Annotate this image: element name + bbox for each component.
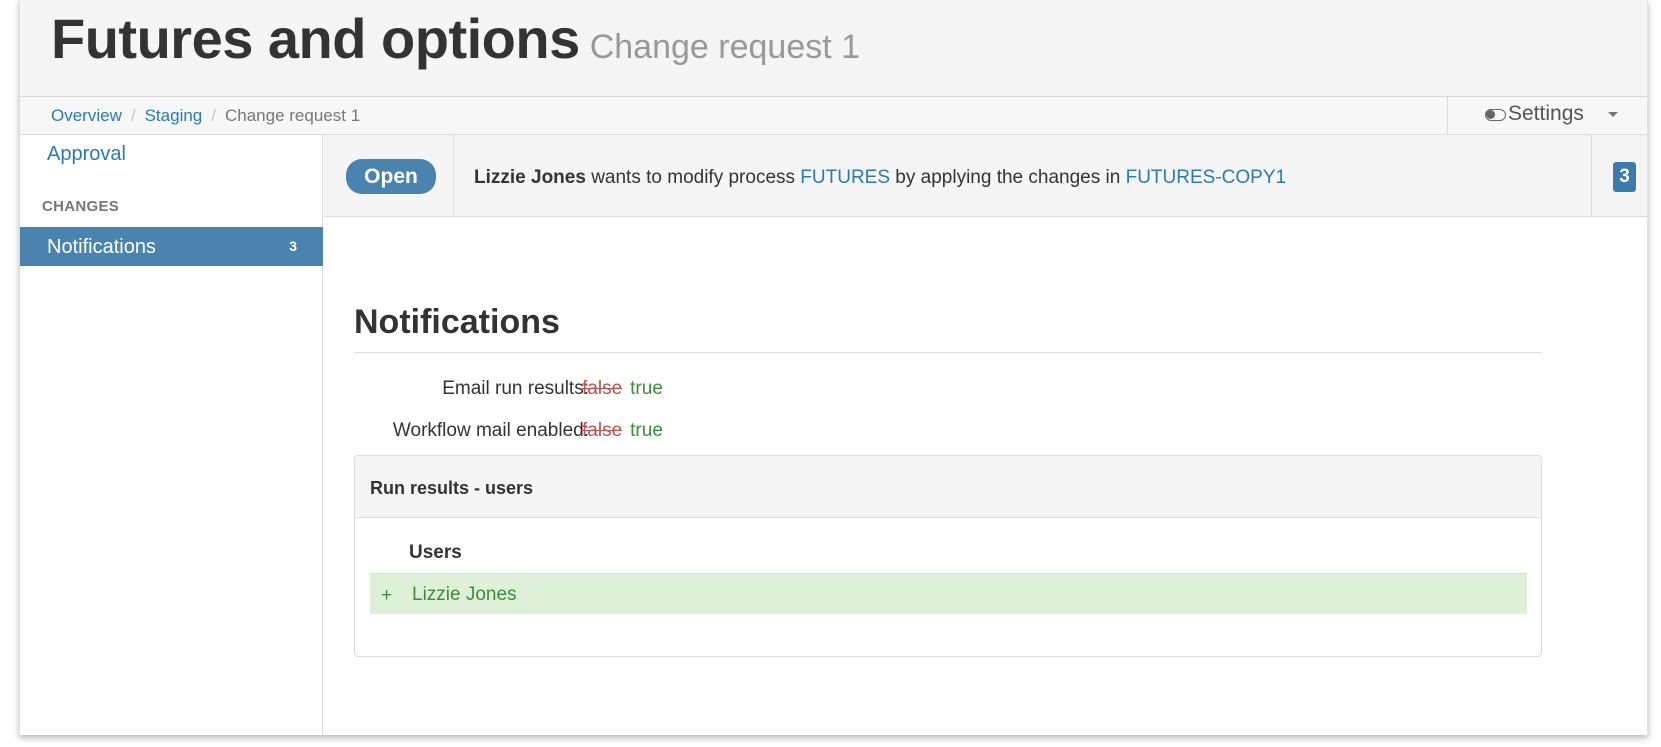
page-title: Futures and options Change request 1 (51, 6, 860, 71)
status-message: Lizzie Jones wants to modify process FUT… (474, 167, 1286, 189)
breadcrumb-staging-link[interactable]: Staging (145, 106, 203, 125)
property-label: Email run results: (442, 378, 589, 399)
list-item: + Lizzie Jones (370, 573, 1527, 614)
breadcrumb: Overview / Staging / Change request 1 (51, 106, 360, 126)
app-window: Futures and options Change request 1 Over… (19, 0, 1648, 735)
settings-label: Settings (1508, 102, 1584, 125)
breadcrumb-overview-link[interactable]: Overview (51, 106, 122, 125)
property-values: false true (582, 378, 663, 400)
users-column-header: Users (409, 542, 462, 563)
divider (453, 135, 454, 217)
breadcrumb-bar: Overview / Staging / Change request 1 Settin… (20, 97, 1647, 135)
added-user-name: Lizzie Jones (412, 584, 517, 605)
status-text-part2: by applying the changes in (890, 167, 1126, 188)
settings-dropdown[interactable]: Settings (1447, 97, 1647, 134)
breadcrumb-separator: / (130, 106, 136, 125)
old-value: false (582, 378, 623, 399)
new-value: true (630, 420, 663, 441)
status-bar: Open Lizzie Jones wants to modify proces… (324, 135, 1647, 217)
status-text-part1: wants to modify process (585, 167, 801, 188)
change-count-badge: 3 (1613, 162, 1636, 192)
status-badge: Open (346, 159, 436, 194)
added-indicator: + (381, 585, 393, 606)
process-link[interactable]: FUTURES (800, 167, 890, 188)
property-values: false true (582, 420, 663, 442)
panel-header: Run results - users (355, 456, 1541, 518)
page-subtitle: Change request 1 (589, 28, 861, 66)
run-results-users-panel: Run results - users Users + Lizzie Jones (354, 455, 1542, 657)
breadcrumb-current: Change request 1 (225, 106, 361, 125)
main-content: Notifications Email run results: false tr… (324, 218, 1647, 735)
status-user: Lizzie Jones (474, 167, 586, 188)
sidebar: Approval CHANGES Notifications 3 (20, 135, 323, 735)
sidebar-item-count: 3 (289, 238, 297, 254)
sidebar-item-notifications[interactable]: Notifications 3 (20, 227, 323, 266)
sidebar-item-label: Notifications (47, 236, 156, 258)
source-process-link[interactable]: FUTURES-COPY1 (1126, 167, 1286, 188)
sidebar-section-header: CHANGES (42, 198, 120, 215)
breadcrumb-separator: / (211, 106, 216, 125)
old-value: false (582, 420, 623, 441)
property-label: Workflow mail enabled: (392, 420, 589, 441)
new-value: true (630, 378, 663, 399)
section-divider (354, 352, 1542, 353)
sidebar-item-approval[interactable]: Approval (47, 143, 126, 166)
status-count-cell: 3 (1591, 135, 1647, 217)
title-bar: Futures and options Change request 1 (20, 0, 1647, 97)
caret-down-icon (1608, 112, 1618, 117)
section-title: Notifications (354, 303, 560, 341)
toggle-icon (1485, 109, 1506, 121)
page-title-text: Futures and options (51, 7, 580, 70)
panel-title: Run results - users (370, 478, 534, 498)
